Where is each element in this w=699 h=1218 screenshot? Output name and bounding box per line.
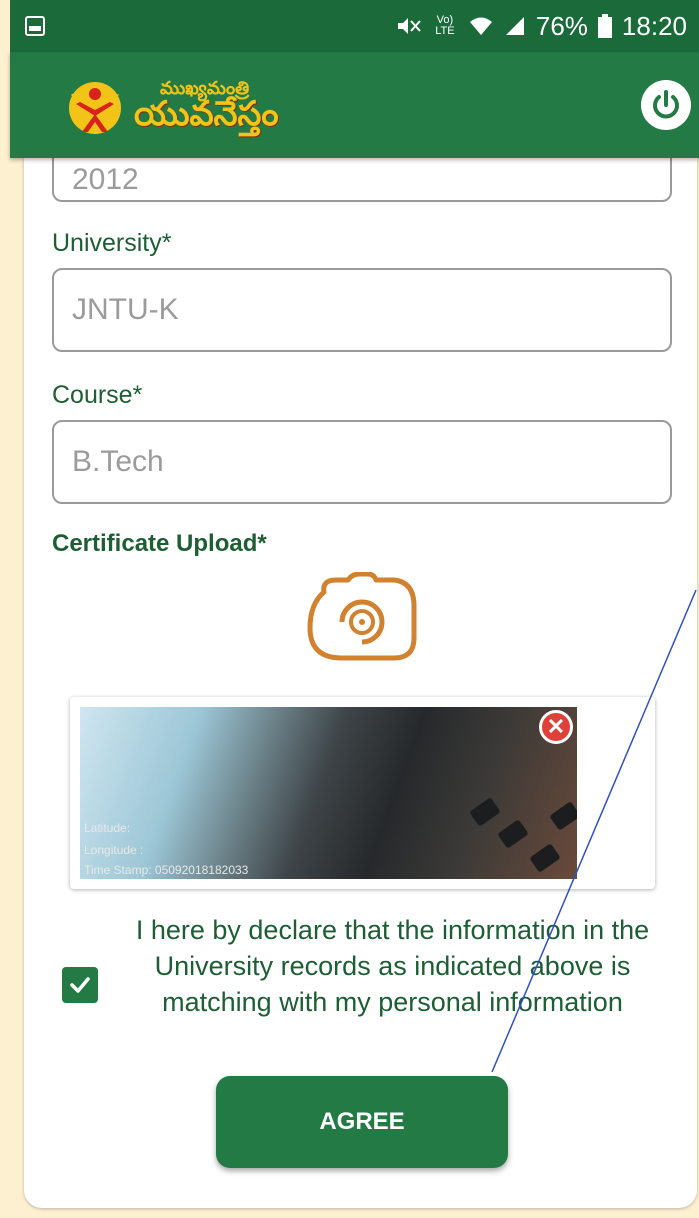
logout-button[interactable]: [641, 80, 691, 130]
app-bar: ముఖ్యమంత్రి యువనేస్తం: [10, 52, 699, 158]
photo-detail: [549, 801, 577, 831]
certificate-upload-label: Certificate Upload*: [52, 530, 267, 557]
power-icon: [653, 90, 679, 119]
university-value: JNTU-K: [72, 293, 179, 326]
certificate-photo[interactable]: Latitude: Longitude : Time Stamp: 050920…: [80, 707, 577, 879]
photo-detail: [497, 819, 529, 849]
photo-latitude: Latitude:: [84, 821, 131, 835]
close-icon: ✕: [546, 714, 566, 739]
clock: 18:20: [621, 10, 687, 41]
photo-longitude: Longitude :: [84, 843, 144, 857]
remove-photo-button[interactable]: ✕: [539, 710, 573, 744]
declaration-text: I here by declare that the information i…: [135, 915, 650, 1017]
status-bar: Vo) LTE 76% 18:20: [10, 0, 699, 52]
university-label: University*: [52, 229, 172, 257]
year-value: 2012: [72, 163, 139, 196]
logo-title: యువనేస్తం: [134, 94, 279, 134]
photo-detail: [469, 797, 501, 827]
status-left: [24, 15, 46, 37]
course-input[interactable]: B.Tech: [52, 420, 672, 504]
battery-percent: 76%: [535, 10, 588, 41]
wifi-icon: [469, 17, 492, 35]
university-input[interactable]: JNTU-K: [52, 268, 672, 352]
status-right: Vo) LTE 76% 18:20: [396, 11, 687, 42]
mute-icon: [397, 18, 421, 34]
volte-label: Vo) LTE: [435, 14, 455, 37]
course-label: Course*: [52, 381, 143, 409]
declaration-checkbox[interactable]: [62, 967, 98, 1003]
battery-icon: [597, 14, 612, 38]
agree-button[interactable]: AGREE: [216, 1076, 508, 1168]
photo-detail: [529, 843, 561, 873]
camera-icon[interactable]: [302, 572, 420, 664]
checkmark-icon: [70, 977, 90, 993]
logo-emblem-icon: [69, 82, 121, 134]
app-logo: ముఖ్యమంత్రి యువనేస్తం: [62, 74, 279, 136]
cell-signal-icon: [505, 17, 524, 35]
photo-timestamp: Time Stamp: 05092018182033: [84, 863, 249, 877]
uploaded-certificate-card: Latitude: Longitude : Time Stamp: 050920…: [70, 697, 655, 889]
gallery-notification-icon: [25, 16, 45, 36]
logo-text: ముఖ్యమంత్రి యువనేస్తం: [134, 79, 279, 131]
course-value: B.Tech: [72, 445, 164, 478]
